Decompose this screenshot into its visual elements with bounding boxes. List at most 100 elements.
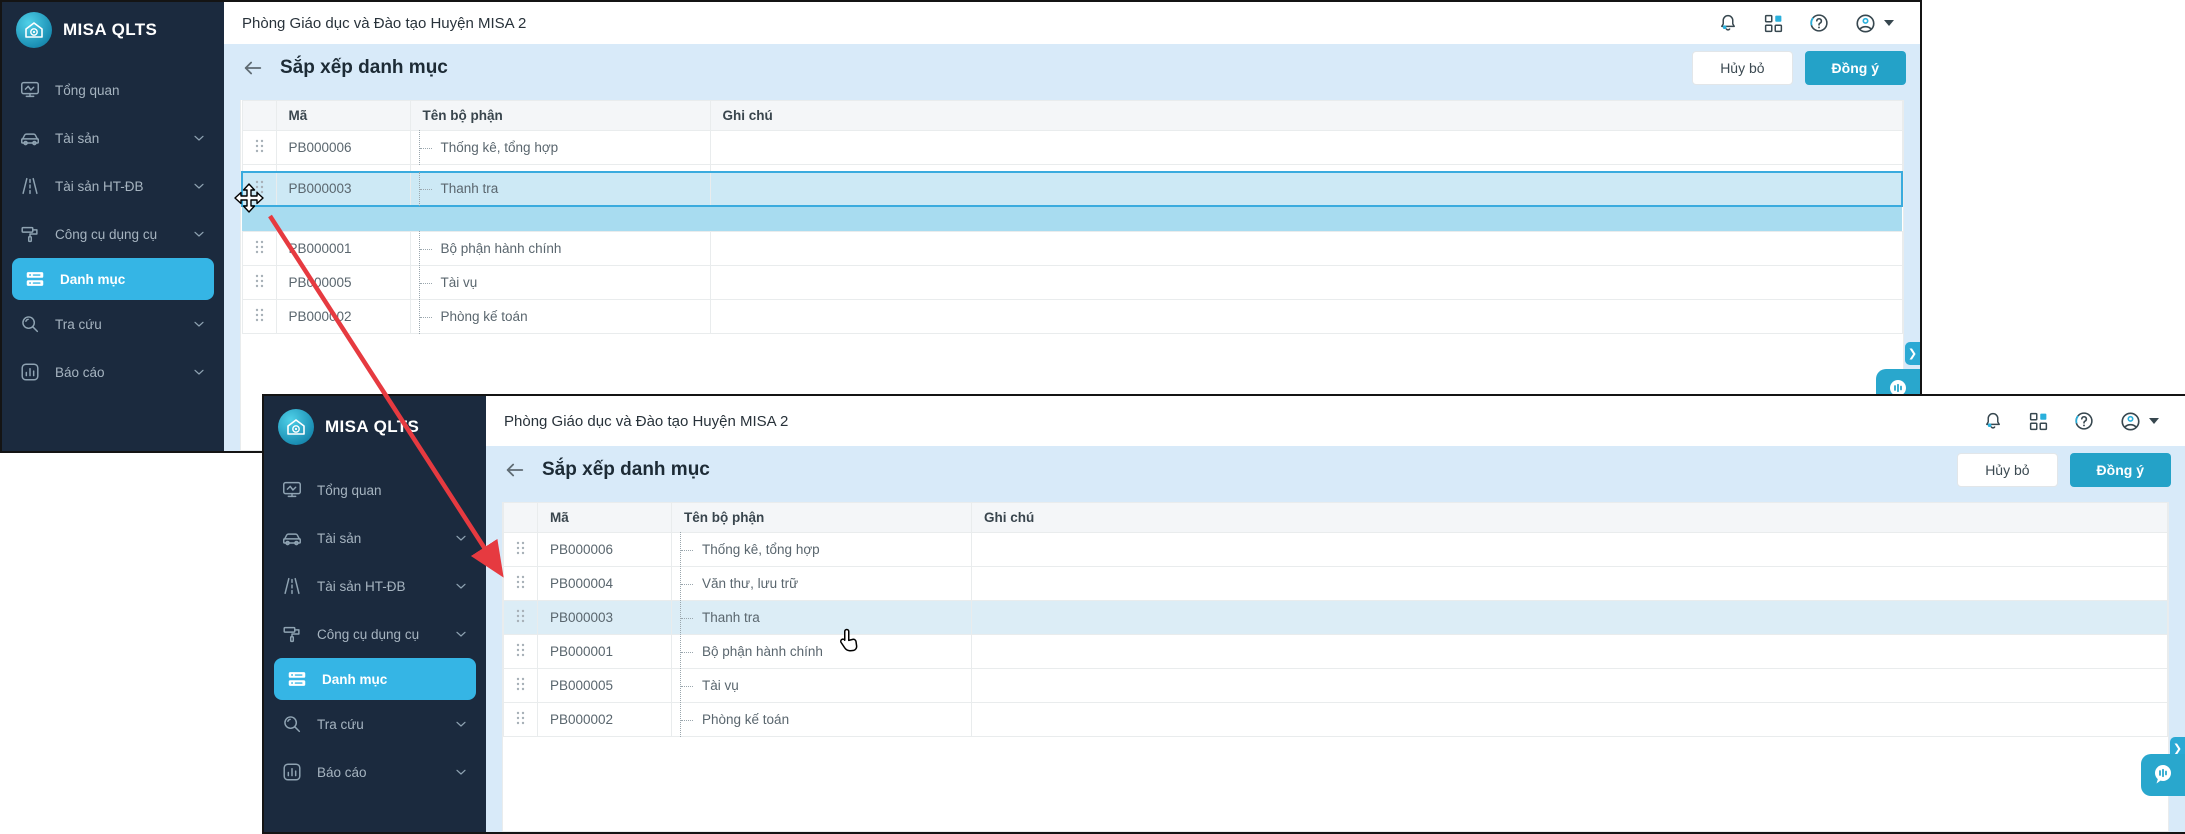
table-row[interactable]: PB000001 Bộ phận hành chính bbox=[242, 232, 1902, 266]
drag-handle[interactable] bbox=[242, 266, 276, 300]
cell-note bbox=[710, 266, 1902, 300]
sidebar-item-danh-muc[interactable]: Danh mục bbox=[274, 658, 476, 700]
chat-support-button[interactable] bbox=[2141, 754, 2185, 796]
sidebar-item-tra-cuu[interactable]: Tra cứu bbox=[264, 700, 486, 748]
category-icon bbox=[24, 268, 46, 290]
org-name: Phòng Giáo dục và Đào tạo Huyện MISA 2 bbox=[242, 15, 526, 32]
drag-handle[interactable] bbox=[504, 703, 538, 737]
screenshot-before: MISA QLTS Tổng quan Tài sản Tài sản HT-Đ… bbox=[0, 0, 1922, 453]
cell-name: Thanh tra bbox=[702, 610, 760, 625]
ok-button[interactable]: Đồng ý bbox=[1805, 51, 1906, 85]
sidebar-item-bao-cao[interactable]: Báo cáo bbox=[264, 748, 486, 796]
tree-connector: Phòng kế toán bbox=[672, 703, 971, 736]
cell-code: PB000003 bbox=[538, 601, 672, 635]
drag-handle[interactable] bbox=[504, 669, 538, 703]
cell-name: Thanh tra bbox=[441, 181, 499, 196]
overview-icon bbox=[281, 479, 303, 501]
drag-handle[interactable] bbox=[242, 131, 276, 165]
sidebar-item-tai-san-htdb[interactable]: Tài sản HT-ĐB bbox=[2, 162, 224, 210]
brand-name: MISA QLTS bbox=[63, 20, 157, 40]
cell-note bbox=[972, 669, 2168, 703]
handle-column-header bbox=[504, 503, 538, 533]
cell-name: Tài vụ bbox=[441, 275, 478, 290]
user-menu[interactable] bbox=[2119, 410, 2159, 433]
drag-dots-icon bbox=[515, 540, 526, 556]
sidebar-item-tai-san[interactable]: Tài sản bbox=[2, 114, 224, 162]
drag-dots-icon bbox=[254, 179, 265, 195]
chevron-down-icon bbox=[453, 764, 469, 780]
cell-code: PB000002 bbox=[276, 300, 410, 334]
sidebar: MISA QLTS Tổng quan Tài sản Tài sản HT-Đ… bbox=[264, 396, 486, 832]
table-header-row: Mã Tên bộ phận Ghi chú bbox=[242, 101, 1902, 131]
page-title: Sắp xếp danh mục bbox=[542, 459, 710, 481]
dragged-row[interactable]: PB000003 Thanh tra bbox=[242, 172, 1902, 206]
sidebar-item-danh-muc[interactable]: Danh mục bbox=[12, 258, 214, 300]
report-icon bbox=[19, 361, 41, 383]
drop-placeholder-row bbox=[242, 206, 1902, 232]
sidebar-item-cong-cu[interactable]: Công cụ dụng cụ bbox=[264, 610, 486, 658]
drag-handle[interactable] bbox=[242, 300, 276, 334]
sidebar-item-tai-san-htdb[interactable]: Tài sản HT-ĐB bbox=[264, 562, 486, 610]
moved-row[interactable]: PB000003 Thanh tra bbox=[504, 601, 2168, 635]
table-row[interactable]: PB000002 Phòng kế toán bbox=[242, 300, 1902, 334]
user-menu[interactable] bbox=[1854, 12, 1894, 35]
cell-note bbox=[972, 533, 2168, 567]
apps-grid-icon[interactable] bbox=[2028, 411, 2049, 432]
sidebar-item-tong-quan[interactable]: Tổng quan bbox=[2, 66, 224, 114]
drag-dots-icon bbox=[254, 239, 265, 255]
drag-handle[interactable] bbox=[242, 172, 276, 206]
chevron-down-icon bbox=[191, 364, 207, 380]
apps-grid-icon[interactable] bbox=[1763, 13, 1784, 34]
notification-bell-icon[interactable] bbox=[1982, 410, 2004, 432]
org-name: Phòng Giáo dục và Đào tạo Huyện MISA 2 bbox=[504, 413, 788, 430]
code-column-header: Mã bbox=[276, 101, 410, 131]
table-row[interactable]: PB000004 Văn thư, lưu trữ bbox=[504, 567, 2168, 601]
misa-logo-icon bbox=[16, 12, 52, 48]
table-row[interactable]: PB000001 Bộ phận hành chính bbox=[504, 635, 2168, 669]
table-row[interactable]: PB000005 Tài vụ bbox=[504, 669, 2168, 703]
cell-note bbox=[710, 300, 1902, 334]
tree-connector: Tài vụ bbox=[411, 266, 710, 299]
cell-name: Tài vụ bbox=[702, 678, 739, 693]
sidebar-item-cong-cu[interactable]: Công cụ dụng cụ bbox=[2, 210, 224, 258]
tools-icon bbox=[19, 223, 41, 245]
drag-handle[interactable] bbox=[504, 533, 538, 567]
drag-handle[interactable] bbox=[504, 601, 538, 635]
main-area: Phòng Giáo dục và Đào tạo Huyện MISA 2 S… bbox=[486, 396, 2185, 832]
cell-note bbox=[972, 567, 2168, 601]
drag-handle[interactable] bbox=[242, 232, 276, 266]
cancel-button[interactable]: Hủy bỏ bbox=[1692, 51, 1792, 85]
notification-bell-icon[interactable] bbox=[1717, 12, 1739, 34]
topbar: Phòng Giáo dục và Đào tạo Huyện MISA 2 bbox=[486, 396, 2185, 446]
drag-dots-icon bbox=[254, 138, 265, 154]
table-row[interactable]: PB000006 Thống kê, tổng hợp bbox=[504, 533, 2168, 567]
cell-code: PB000006 bbox=[538, 533, 672, 567]
help-icon[interactable] bbox=[2073, 410, 2095, 432]
sidebar-item-tra-cuu[interactable]: Tra cứu bbox=[2, 300, 224, 348]
expand-panel-tab[interactable]: ❯ bbox=[1905, 342, 1920, 365]
cell-note bbox=[972, 703, 2168, 737]
back-arrow-icon[interactable] bbox=[242, 57, 264, 79]
app-logo[interactable]: MISA QLTS bbox=[2, 2, 224, 58]
cell-note bbox=[710, 131, 1902, 165]
drag-handle[interactable] bbox=[504, 567, 538, 601]
ok-button[interactable]: Đồng ý bbox=[2070, 453, 2171, 487]
sidebar-item-tong-quan[interactable]: Tổng quan bbox=[264, 466, 486, 514]
chevron-down-icon bbox=[191, 226, 207, 242]
tree-connector: Thanh tra bbox=[672, 601, 971, 634]
drag-handle[interactable] bbox=[504, 635, 538, 669]
back-arrow-icon[interactable] bbox=[504, 459, 526, 481]
tree-connector: Bộ phận hành chính bbox=[411, 232, 710, 265]
tree-connector: Bộ phận hành chính bbox=[672, 635, 971, 668]
sidebar-item-bao-cao[interactable]: Báo cáo bbox=[2, 348, 224, 396]
table-row[interactable]: PB000005 Tài vụ bbox=[242, 266, 1902, 300]
handle-column-header bbox=[242, 101, 276, 131]
table-row[interactable]: PB000002 Phòng kế toán bbox=[504, 703, 2168, 737]
help-icon[interactable] bbox=[1808, 12, 1830, 34]
app-logo[interactable]: MISA QLTS bbox=[264, 396, 486, 458]
avatar-icon bbox=[1854, 12, 1877, 35]
partially-hidden-row bbox=[242, 165, 1902, 172]
cancel-button[interactable]: Hủy bỏ bbox=[1957, 453, 2057, 487]
sidebar-item-tai-san[interactable]: Tài sản bbox=[264, 514, 486, 562]
table-row[interactable]: PB000006 Thống kê, tổng hợp bbox=[242, 131, 1902, 165]
